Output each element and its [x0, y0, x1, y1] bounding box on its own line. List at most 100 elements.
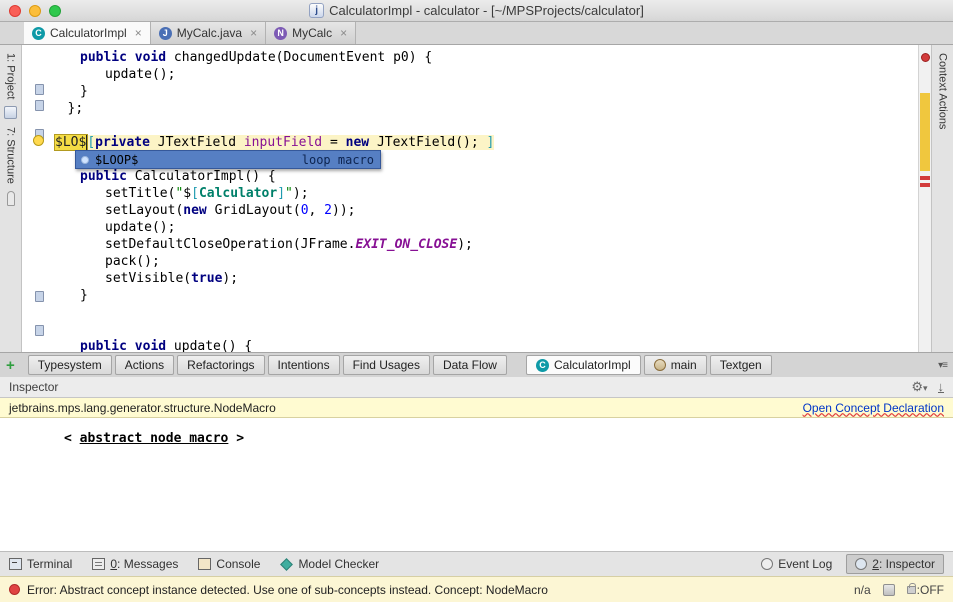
editor-tab-calculatorimpl[interactable]: CCalculatorImpl×	[24, 22, 151, 44]
code-token: changedUpdate(DocumentEvent p0) {	[174, 50, 432, 65]
messages-icon	[92, 558, 105, 570]
file-type-icon: C	[536, 359, 549, 372]
editor-tab-mycalc-java[interactable]: JMyCalc.java×	[151, 22, 266, 44]
completion-item-hint: loop macro	[302, 153, 374, 167]
completion-popup[interactable]: $LOOP$ loop macro	[75, 150, 381, 169]
code-line[interactable]: $LO$[private JTextField inputField = new…	[22, 134, 918, 151]
scroll-to-bottom-icon[interactable]: ↓	[938, 381, 945, 393]
close-icon[interactable]: ×	[250, 26, 257, 40]
hidden-tabs-icon[interactable]: ▾≡	[938, 360, 947, 371]
bottom-tabbar: + Typesystem ActionsRefactorings Intention…	[0, 352, 953, 377]
bottom-tab-intentions[interactable]: Intentions	[268, 355, 340, 375]
code-line[interactable]: };	[22, 100, 918, 117]
code-editor[interactable]: public void changedUpdate(DocumentEvent …	[22, 45, 918, 352]
toolbar-button-label: Model Checker	[298, 557, 379, 571]
code-line[interactable]: public void update() {	[22, 338, 918, 352]
warning-stripe[interactable]	[920, 93, 930, 171]
code-line[interactable]	[22, 117, 918, 134]
close-window-button[interactable]	[9, 5, 21, 17]
code-line[interactable]: pack();	[22, 253, 918, 270]
toolbar-button-label: Terminal	[27, 557, 72, 571]
toolbar-button-terminal[interactable]: Terminal	[9, 557, 72, 571]
error-stripe[interactable]	[920, 183, 930, 187]
bottom-tab-label: Intentions	[278, 358, 330, 372]
open-concept-declaration-link[interactable]: Open Concept Declaration	[803, 401, 944, 415]
code-token: true	[191, 271, 222, 286]
gear-icon[interactable]: ⚙▾	[911, 379, 927, 395]
code-token: private	[95, 135, 158, 150]
scrollbar[interactable]	[918, 45, 931, 352]
toolbar-button-label: 2: Inspector	[872, 557, 935, 571]
bottom-tab-label: Data Flow	[443, 358, 497, 372]
code-line[interactable]: update();	[22, 219, 918, 236]
code-line[interactable]	[22, 304, 918, 321]
gutter-marker-icon[interactable]	[35, 291, 44, 302]
structure-tool-icon[interactable]	[4, 106, 17, 119]
gutter-marker-icon[interactable]	[35, 325, 44, 336]
bottom-tab-find-usages[interactable]: Find Usages	[343, 355, 430, 375]
bottom-tab-data-flow[interactable]: Data Flow	[433, 355, 507, 375]
bottom-tab-refactorings[interactable]: Refactorings	[177, 355, 264, 375]
toolbar-button-0-messages[interactable]: 0: Messages	[92, 557, 178, 571]
code-token: ));	[332, 203, 355, 218]
toolbar-button-console[interactable]: Console	[198, 557, 260, 571]
gutter-marker-icon[interactable]	[35, 84, 44, 95]
code-line[interactable]: update();	[22, 66, 918, 83]
bottom-tab-label: Typesystem	[38, 358, 102, 372]
code-token: GridLayout(	[215, 203, 301, 218]
lock-icon[interactable]	[907, 586, 916, 594]
completion-item-label[interactable]: $LOOP$	[95, 153, 138, 167]
code-token: ]	[277, 186, 285, 201]
paperclip-icon[interactable]	[7, 191, 15, 206]
code-line[interactable]: public void changedUpdate(DocumentEvent …	[22, 49, 918, 66]
model-checker-icon	[281, 558, 294, 571]
code-line[interactable]: setVisible(true);	[22, 270, 918, 287]
tab-label: MyCalc.java	[177, 26, 242, 40]
globe-icon	[654, 359, 666, 371]
code-token: setVisible(	[105, 271, 191, 286]
bottom-tab-label: main	[671, 358, 697, 372]
code-line[interactable]: setLayout(new GridLayout(0, 2));	[22, 202, 918, 219]
abstract-node-text[interactable]: abstract node macro	[80, 431, 229, 446]
code-line[interactable]: public CalculatorImpl() {	[22, 168, 918, 185]
code-line[interactable]: setDefaultCloseOperation(JFrame.EXIT_ON_…	[22, 236, 918, 253]
tab-label: MyCalc	[292, 26, 332, 40]
main-row: 1: Project 7: Structure public void chan…	[0, 45, 953, 352]
error-stripe[interactable]	[920, 176, 930, 180]
bottom-tab-actions[interactable]: Actions	[115, 355, 174, 375]
highlighting-level-icon[interactable]	[883, 584, 895, 596]
editor-tab-mycalc[interactable]: NMyCalc×	[266, 22, 356, 44]
toolwindow-button-context-actions[interactable]: Context Actions	[937, 53, 949, 129]
toolbar-button-2-inspector[interactable]: 2: Inspector	[846, 554, 944, 574]
caret-position[interactable]: n/a	[854, 583, 871, 597]
intention-bulb-icon[interactable]	[33, 135, 44, 146]
code-token: 2	[324, 203, 332, 218]
gutter-marker-icon[interactable]	[35, 100, 44, 111]
abstract-node-suffix: >	[228, 431, 244, 446]
bottom-tab-typesystem[interactable]: Typesystem	[28, 355, 112, 375]
toolbar-button-event-log[interactable]: Event Log	[761, 557, 832, 571]
add-aspect-button[interactable]: +	[6, 357, 15, 374]
toggle-off-label: :OFF	[917, 583, 944, 597]
close-icon[interactable]: ×	[340, 26, 347, 40]
minimize-window-button[interactable]	[29, 5, 41, 17]
bottom-tab-main[interactable]: main	[644, 355, 707, 375]
inspector-header-icons: ⚙▾ ↓	[911, 379, 944, 395]
code-token: public void	[80, 50, 174, 65]
inspector-content[interactable]: < abstract node macro >	[0, 418, 953, 551]
code-line[interactable]: }	[22, 83, 918, 100]
code-line[interactable]	[22, 321, 918, 338]
code-token: "	[285, 186, 293, 201]
code-line[interactable]: setTitle("$[Calculator]");	[22, 185, 918, 202]
error-indicator-icon[interactable]	[921, 53, 930, 62]
toolwindow-button-structure[interactable]: 7: Structure	[5, 127, 17, 184]
toolbar-button-model-checker[interactable]: Model Checker	[280, 557, 379, 571]
code-line[interactable]: }	[22, 287, 918, 304]
file-type-icon: C	[32, 27, 45, 40]
bottom-tab-calculatorimpl[interactable]: CCalculatorImpl	[526, 355, 641, 375]
bottom-tab-textgen[interactable]: Textgen	[710, 355, 772, 375]
zoom-window-button[interactable]	[49, 5, 61, 17]
code-token: setDefaultCloseOperation(JFrame.	[105, 237, 355, 252]
toolwindow-button-project[interactable]: 1: Project	[5, 53, 17, 99]
close-icon[interactable]: ×	[135, 26, 142, 40]
